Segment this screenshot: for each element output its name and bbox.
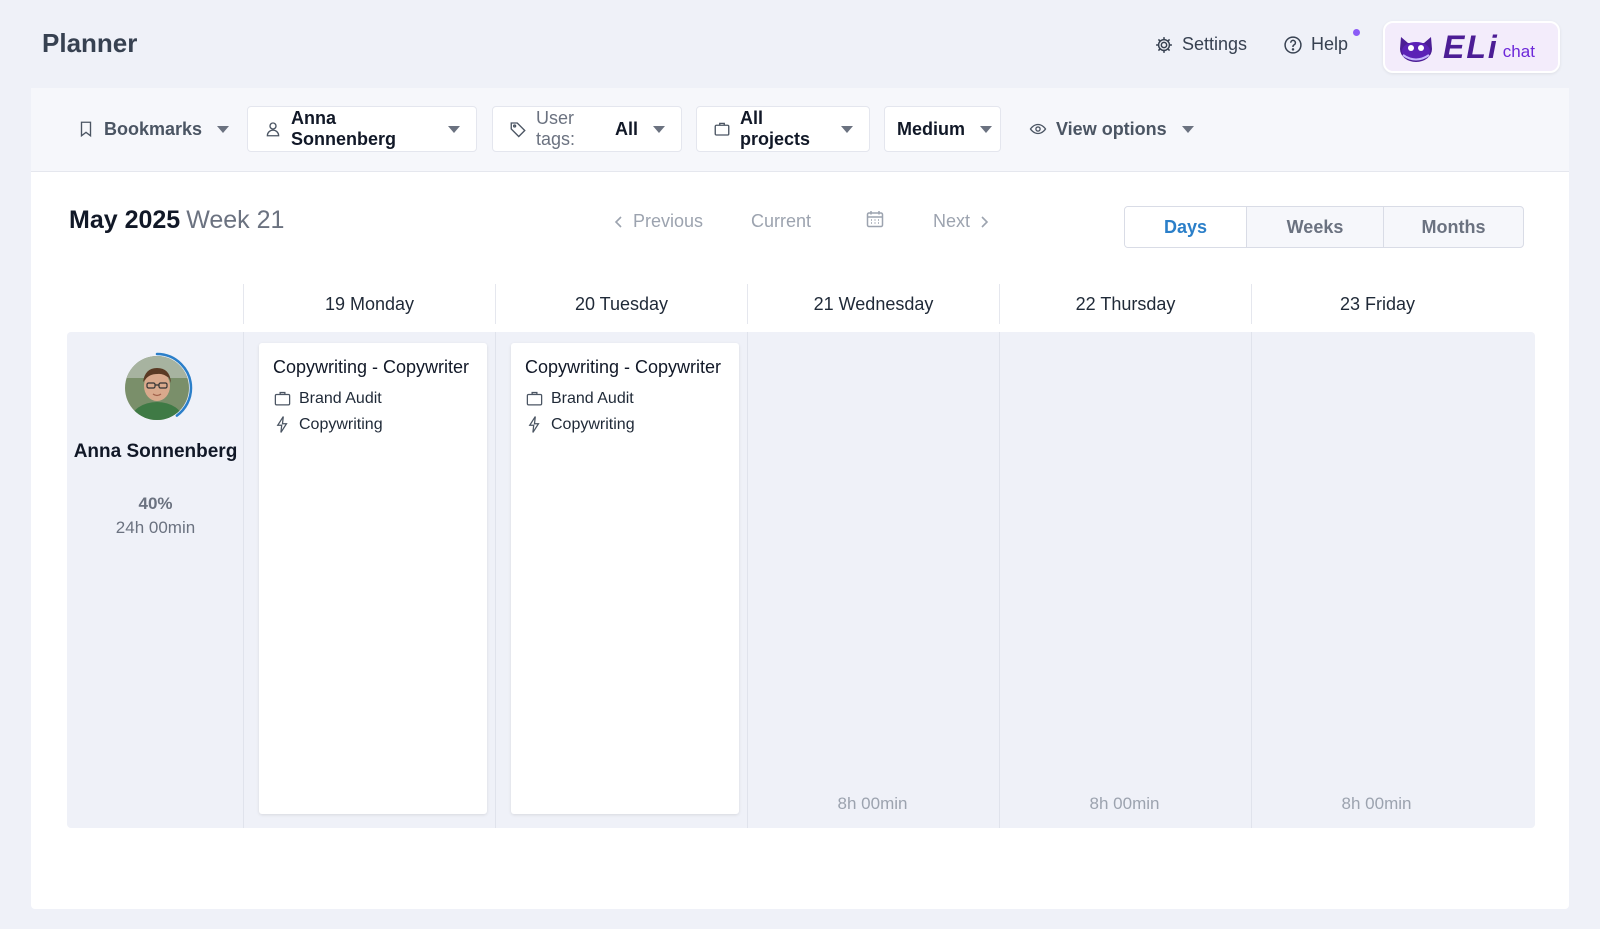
eli-chat-label: chat — [1502, 42, 1535, 61]
caret-down-icon — [217, 125, 230, 133]
user-row-header[interactable]: Anna Sonnenberg 40% 24h 00min — [67, 332, 244, 828]
user-tags-prefix: User tags: — [536, 108, 576, 149]
caret-down-icon — [653, 125, 665, 133]
briefcase-icon — [274, 391, 291, 406]
task-card[interactable]: Copywriting - Copywriter Brand Audit Cop… — [259, 343, 487, 814]
bookmarks-label: Bookmarks — [104, 118, 203, 139]
free-hours-label: 8h 00min — [837, 794, 908, 813]
projects-label: All projects — [740, 108, 811, 149]
period-month: May 2025 — [69, 206, 181, 234]
task-project: Brand Audit — [525, 389, 725, 408]
projects-dropdown[interactable]: All projects — [696, 106, 870, 152]
view-options-dropdown[interactable]: View options — [1013, 106, 1210, 152]
caret-down-icon — [980, 125, 993, 133]
current-button[interactable]: Current — [751, 211, 811, 232]
day-header: 20 Tuesday — [495, 284, 747, 324]
calendar-picker-button[interactable] — [865, 209, 885, 229]
density-dropdown[interactable]: Medium — [884, 106, 1001, 152]
task-activity-label: Copywriting — [551, 415, 635, 433]
top-bar: Planner Settings Help ELi chat — [0, 0, 1600, 88]
eli-cat-icon — [1400, 37, 1432, 62]
task-title: Copywriting - Copywriter — [525, 357, 722, 377]
user-utilization: 40% — [138, 494, 173, 513]
day-header: 22 Thursday — [999, 284, 1251, 324]
day-header: 19 Monday — [243, 284, 495, 324]
density-label: Medium — [897, 118, 966, 139]
notification-dot — [1353, 29, 1360, 36]
task-project: Brand Audit — [273, 389, 473, 408]
user-tags-value: All — [614, 118, 638, 139]
eli-chat-button[interactable]: ELi chat — [1383, 21, 1560, 73]
lightning-icon — [528, 416, 540, 433]
weeks-tab[interactable]: Weeks — [1247, 207, 1384, 247]
days-tab[interactable]: Days — [1125, 207, 1247, 247]
question-circle-icon — [1284, 35, 1302, 54]
gear-icon — [1156, 36, 1172, 53]
previous-label: Previous — [633, 211, 704, 231]
settings-button[interactable]: Settings — [1154, 34, 1247, 55]
previous-button[interactable]: Previous — [611, 211, 703, 232]
free-hours-label: 8h 00min — [1341, 794, 1412, 813]
page-title: Planner — [42, 28, 138, 58]
task-title: Copywriting - Copywriter — [273, 357, 470, 377]
chevron-left-icon — [614, 215, 622, 228]
user-filter-label: Anna Sonnenberg — [291, 108, 397, 149]
time-scale-switch: Days Weeks Months — [1124, 206, 1524, 248]
user-hours: 24h 00min — [115, 518, 196, 537]
task-activity: Copywriting — [525, 415, 725, 434]
help-button[interactable]: Help — [1283, 34, 1348, 55]
chevron-right-icon — [981, 215, 989, 228]
day-header: 23 Friday — [1251, 284, 1503, 324]
planner-card: Bookmarks Anna Sonnenberg User tags: All… — [31, 88, 1569, 909]
task-card[interactable]: Copywriting - Copywriter Brand Audit Cop… — [511, 343, 739, 814]
column-divider — [747, 332, 748, 828]
filter-bar: Bookmarks Anna Sonnenberg User tags: All… — [31, 88, 1569, 172]
next-label: Next — [933, 211, 971, 231]
bookmark-icon — [80, 121, 92, 138]
task-activity: Copywriting — [273, 415, 473, 434]
settings-label: Settings — [1182, 34, 1248, 54]
avatar-photo — [125, 356, 189, 420]
briefcase-icon — [526, 391, 543, 406]
months-tab[interactable]: Months — [1384, 207, 1523, 247]
column-divider — [999, 332, 1000, 828]
column-divider — [1251, 332, 1252, 828]
current-label: Current — [751, 211, 812, 231]
help-label: Help — [1311, 34, 1349, 54]
caret-down-icon — [841, 125, 853, 133]
task-activity-label: Copywriting — [299, 415, 383, 433]
avatar[interactable] — [121, 352, 193, 424]
task-project-label: Brand Audit — [299, 389, 382, 407]
free-hours-label: 8h 00min — [1089, 794, 1160, 813]
eli-logo-text: ELi — [1443, 28, 1499, 65]
period-week: Week 21 — [186, 206, 285, 234]
task-project-label: Brand Audit — [551, 389, 634, 407]
column-divider — [495, 332, 496, 828]
user-tags-dropdown[interactable]: User tags: All — [492, 106, 682, 152]
bookmarks-dropdown[interactable]: Bookmarks — [61, 106, 245, 152]
user-icon — [266, 122, 280, 137]
lightning-icon — [276, 416, 288, 433]
calendar-icon — [866, 211, 884, 228]
view-options-label: View options — [1056, 118, 1167, 139]
user-filter-dropdown[interactable]: Anna Sonnenberg — [247, 106, 477, 152]
caret-down-icon — [1181, 125, 1194, 133]
period-title: May 2025 Week 21 — [69, 206, 284, 235]
next-button[interactable]: Next — [933, 211, 992, 232]
day-header: 21 Wednesday — [747, 284, 999, 324]
user-name: Anna Sonnenberg — [73, 441, 238, 462]
briefcase-icon — [714, 122, 730, 136]
caret-down-icon — [448, 125, 460, 133]
eye-icon — [1029, 123, 1047, 135]
tag-icon — [510, 122, 526, 138]
